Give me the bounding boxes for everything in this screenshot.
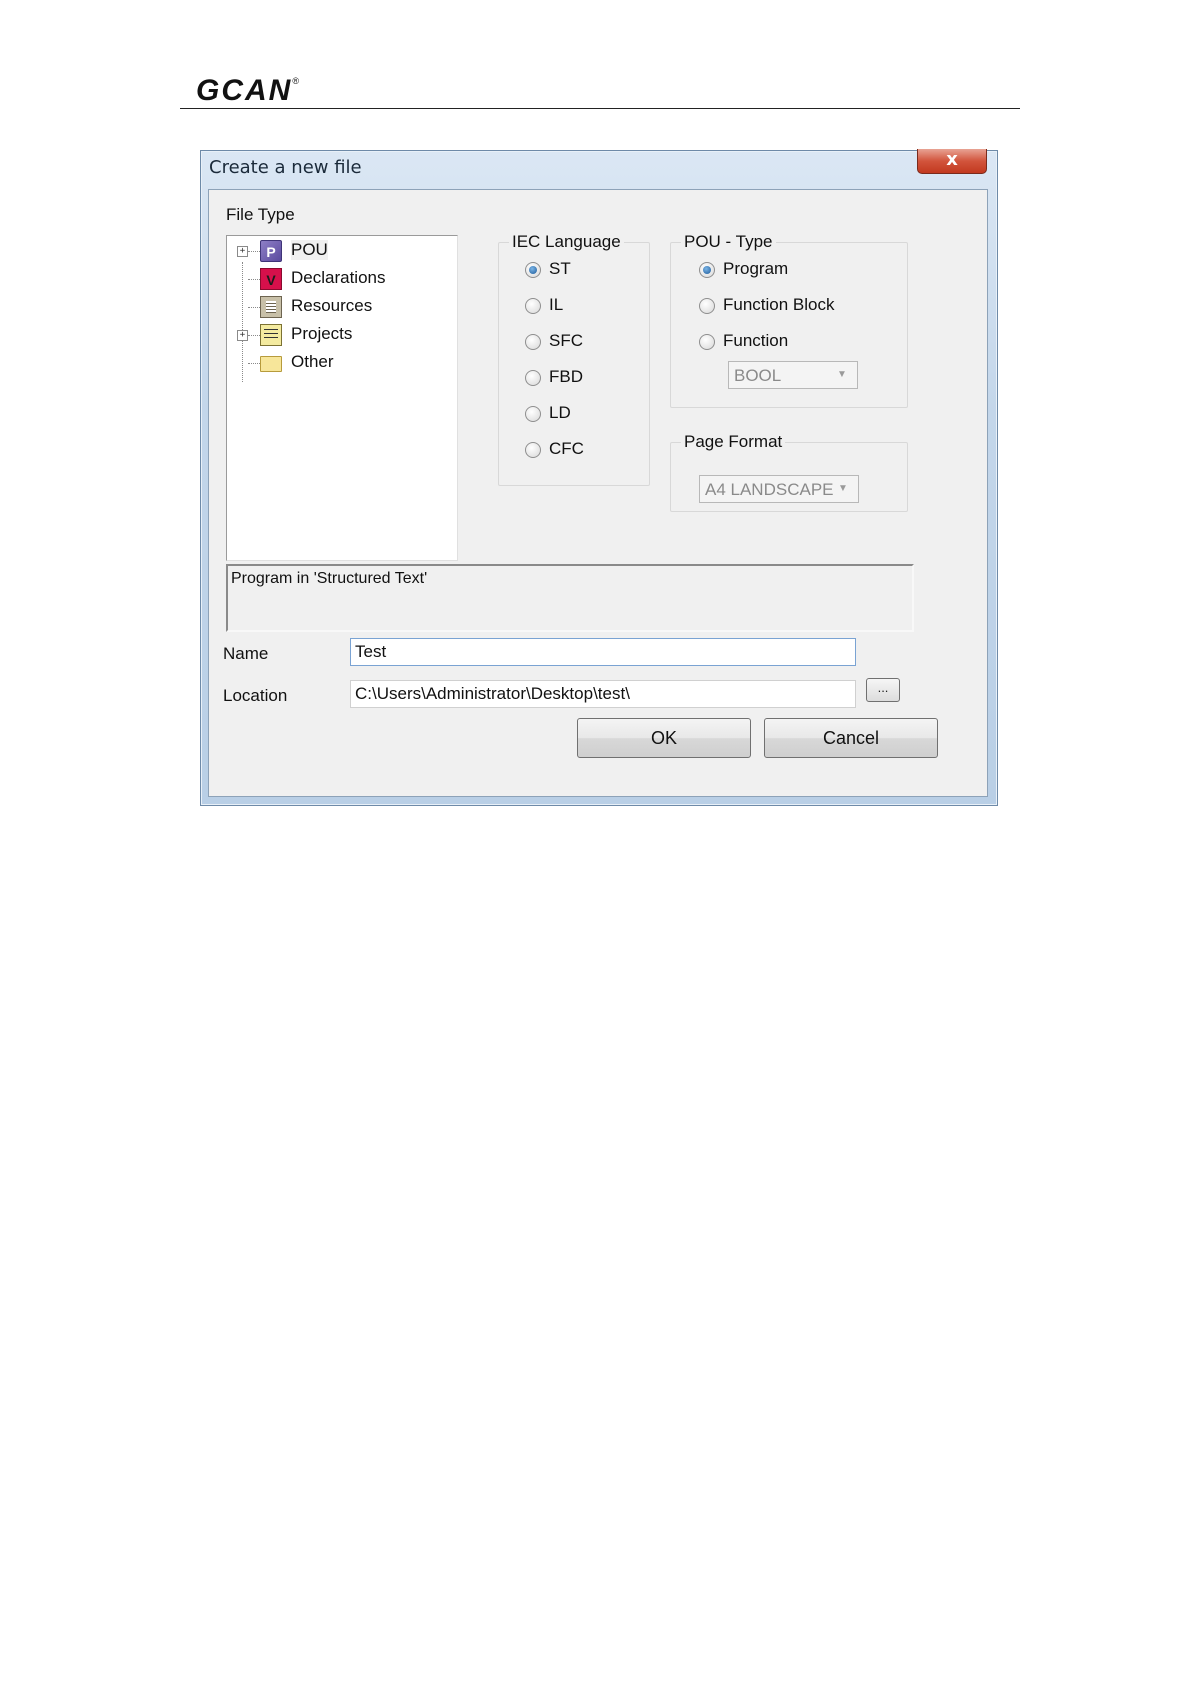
- header-divider: [180, 108, 1020, 109]
- projects-icon: [260, 324, 282, 346]
- location-label: Location: [223, 686, 288, 705]
- iec-language-group: IEC Language ST IL SFC FBD LD CFC: [498, 232, 650, 486]
- pou-type-group: POU - Type Program Function Block Functi…: [670, 232, 908, 408]
- expand-icon[interactable]: +: [237, 330, 248, 341]
- radio-unchecked-icon: [525, 442, 541, 458]
- radio-unchecked-icon: [699, 298, 715, 314]
- radio-unchecked-icon: [699, 334, 715, 350]
- return-type-select[interactable]: BOOL ▼: [728, 361, 858, 389]
- dialog-title: Create a new file: [209, 157, 362, 178]
- radio-unchecked-icon: [525, 406, 541, 422]
- pou-type-title: POU - Type: [681, 232, 776, 252]
- radio-unchecked-icon: [525, 298, 541, 314]
- chevron-down-icon: ▼: [837, 369, 847, 380]
- page-format-select[interactable]: A4 LANDSCAPE ▼: [699, 475, 859, 503]
- name-input[interactable]: [350, 638, 856, 666]
- ok-button[interactable]: OK: [577, 718, 751, 758]
- radio-checked-icon: [699, 262, 715, 278]
- tree-item-label: Other: [291, 352, 334, 371]
- folder-icon: [260, 356, 282, 372]
- description-box: Program in 'Structured Text': [226, 564, 914, 632]
- page-format-group: Page Format A4 LANDSCAPE ▼: [670, 432, 908, 512]
- tree-item-label: Declarations: [291, 268, 386, 287]
- page-format-title: Page Format: [681, 432, 786, 452]
- file-type-tree[interactable]: + P POU V Declarations Resources + Proje…: [226, 235, 458, 561]
- name-label: Name: [223, 644, 269, 663]
- tree-item-label: Projects: [291, 324, 353, 343]
- tree-item-label: Resources: [291, 296, 373, 315]
- tree-item-projects[interactable]: + Projects: [227, 322, 457, 348]
- tree-item-other[interactable]: Other: [227, 350, 457, 376]
- radio-checked-icon: [525, 262, 541, 278]
- tree-item-label: POU: [291, 240, 328, 260]
- tree-item-resources[interactable]: Resources: [227, 294, 457, 320]
- chevron-down-icon: ▼: [838, 483, 848, 494]
- description-text: Program in 'Structured Text': [231, 570, 428, 587]
- radio-unchecked-icon: [525, 334, 541, 350]
- file-type-label: File Type: [226, 205, 295, 224]
- pou-icon: P: [260, 240, 282, 262]
- radio-unchecked-icon: [525, 370, 541, 386]
- browse-button[interactable]: ...: [866, 678, 900, 702]
- create-file-dialog: Create a new file x File Type + P POU V …: [200, 149, 998, 806]
- declarations-icon: V: [260, 268, 282, 290]
- tree-item-declarations[interactable]: V Declarations: [227, 266, 457, 292]
- dialog-body: File Type + P POU V Declarations Resourc…: [208, 189, 988, 797]
- resources-icon: [260, 296, 282, 318]
- tree-item-pou[interactable]: + P POU: [227, 238, 457, 264]
- gcan-logo: GCAN®: [196, 74, 301, 107]
- iec-language-title: IEC Language: [509, 232, 624, 252]
- close-icon: x: [946, 149, 958, 170]
- close-button[interactable]: x: [917, 149, 987, 174]
- location-input[interactable]: [350, 680, 856, 708]
- cancel-button[interactable]: Cancel: [764, 718, 938, 758]
- expand-icon[interactable]: +: [237, 246, 248, 257]
